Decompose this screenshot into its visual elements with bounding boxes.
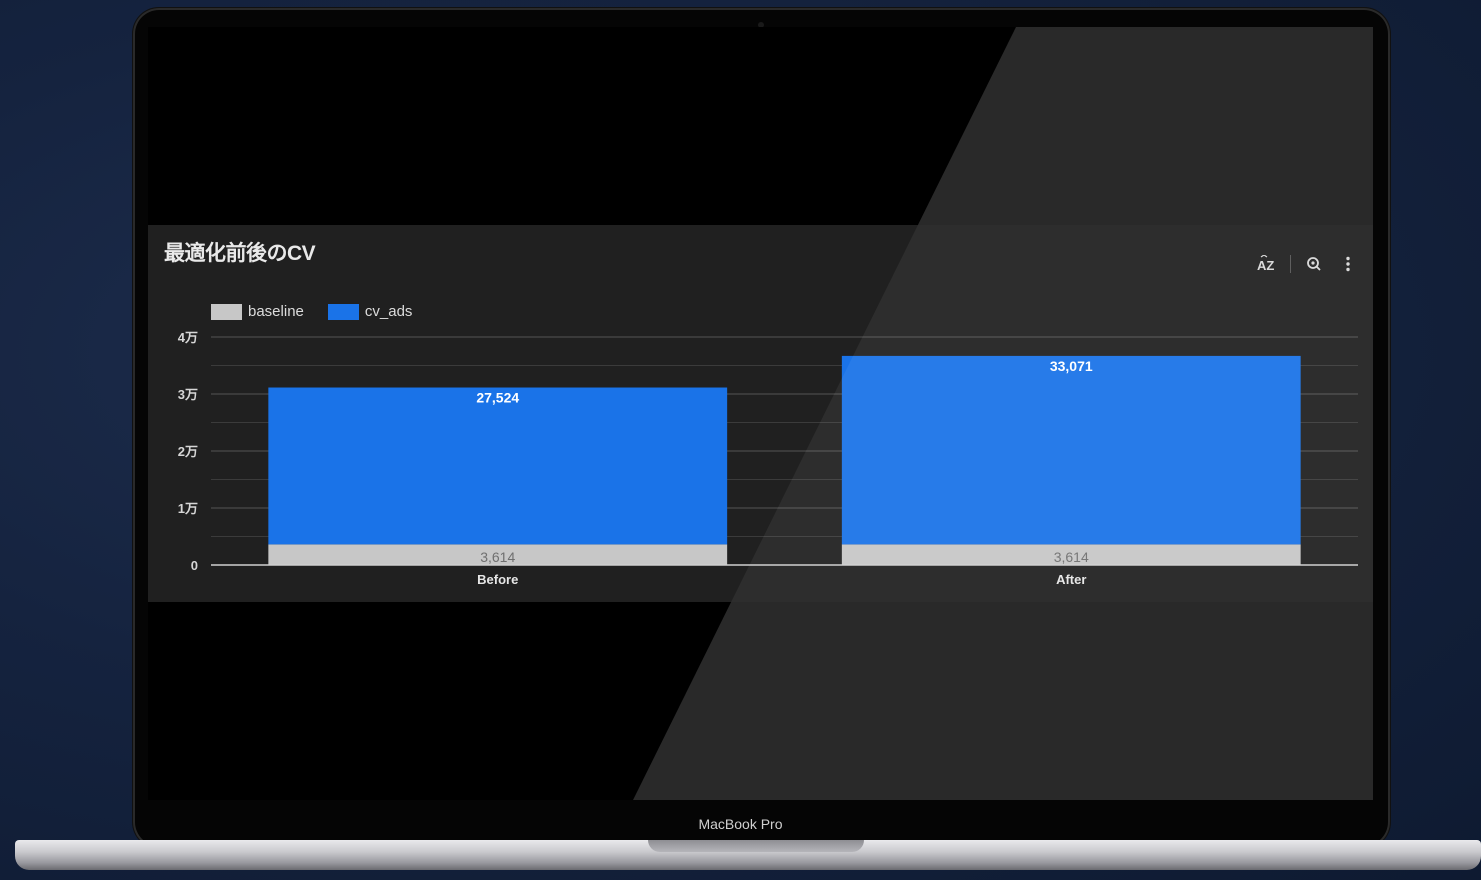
y-tick-label: 4万 [178, 330, 198, 345]
y-tick-label: 2万 [178, 444, 198, 459]
laptop-notch [648, 840, 864, 852]
bar-cv-ads-after [841, 355, 1301, 545]
y-tick-label: 3万 [178, 387, 198, 402]
x-tick-label: After [1056, 572, 1086, 587]
bar-cv-ads-before [268, 387, 728, 545]
y-tick-label: 0 [191, 558, 198, 573]
y-tick-label: 1万 [178, 501, 198, 516]
x-tick-label: Before [477, 572, 518, 587]
chart-plot: 0 1万 2万 3万 4万 3,614 27,524 Before 3,614 33,071 Aft… [178, 330, 1358, 587]
device-label: MacBook Pro [698, 816, 783, 832]
screen: 最適化前後のCV AZ baseline cv_ads 0 1万 2万 3万 4… [148, 27, 1373, 800]
data-label: 33,071 [1050, 358, 1093, 374]
data-label: 3,614 [1054, 549, 1089, 565]
data-label: 3,614 [480, 549, 515, 565]
data-label: 27,524 [476, 390, 519, 406]
chart-panel: 最適化前後のCV AZ baseline cv_ads 0 1万 2万 3万 4… [148, 225, 1373, 602]
